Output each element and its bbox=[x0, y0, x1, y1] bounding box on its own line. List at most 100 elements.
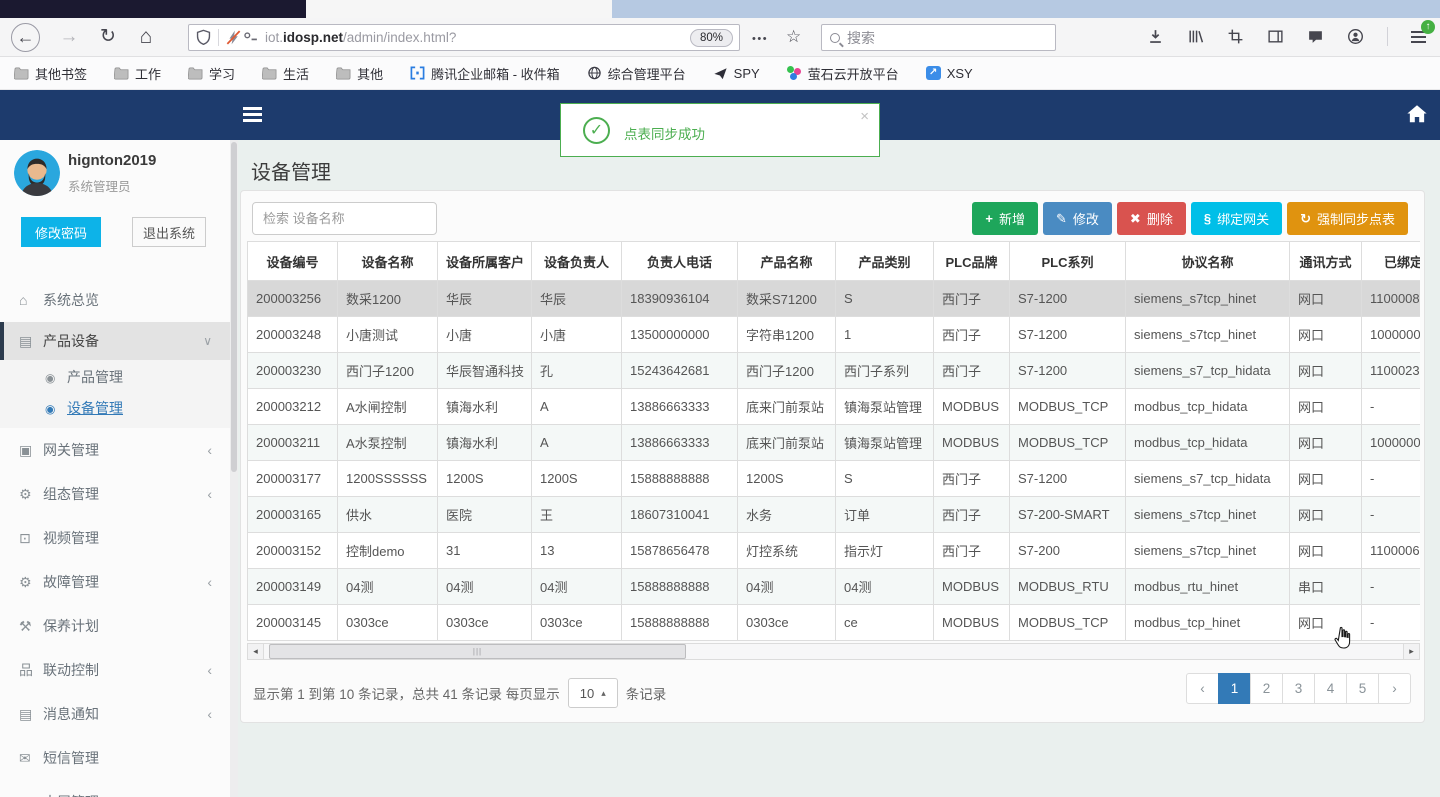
bookmark-star-icon[interactable]: ☆ bbox=[786, 27, 801, 47]
bookmark-folder-other-bookmarks[interactable]: 其他书签 bbox=[14, 64, 87, 83]
scroll-left-icon[interactable]: ◂ bbox=[248, 644, 264, 659]
scroll-right-icon[interactable]: ▸ bbox=[1403, 644, 1419, 659]
url-bar[interactable]: iot.idosp.net/admin/index.html? 80% bbox=[188, 24, 740, 51]
page-button-3[interactable]: 3 bbox=[1282, 673, 1315, 704]
page-button-5[interactable]: 5 bbox=[1346, 673, 1379, 704]
account-icon[interactable] bbox=[1347, 28, 1364, 45]
bookmark-xsy[interactable]: ↗ XSY bbox=[925, 66, 973, 81]
table-row[interactable]: 200003152 控制demo 31 13 15878656478 灯控系统 … bbox=[247, 532, 1420, 569]
cell-plc-brand: 西门子 bbox=[933, 496, 1010, 533]
cell-plc-brand: 西门子 bbox=[933, 280, 1010, 317]
column-header[interactable]: 产品名称 bbox=[737, 241, 836, 281]
browser-home-button[interactable]: ⌂ bbox=[133, 26, 159, 47]
sidebar-scrollbar-thumb[interactable] bbox=[231, 142, 237, 472]
chat-bubble-icon[interactable] bbox=[1307, 28, 1324, 45]
table-row[interactable]: 200003230 西门子1200 华辰智通科技 孔 15243642681 西… bbox=[247, 352, 1420, 389]
sidebar-item-product-mgmt[interactable]: ◉ 产品管理 bbox=[0, 362, 230, 393]
column-header[interactable]: 设备编号 bbox=[247, 241, 338, 281]
column-header[interactable]: 负责人电话 bbox=[621, 241, 738, 281]
column-header[interactable]: 产品类别 bbox=[835, 241, 934, 281]
column-header[interactable]: PLC品牌 bbox=[933, 241, 1010, 281]
screenshot-icon[interactable] bbox=[1227, 28, 1244, 45]
sidebar-item-linkage[interactable]: 品联动控制 ‹ bbox=[0, 648, 230, 692]
page-actions-icon[interactable]: ••• bbox=[752, 33, 768, 45]
horizontal-scrollbar[interactable]: ◂ ||| ▸ bbox=[247, 643, 1420, 660]
logout-button[interactable]: 退出系统 bbox=[132, 217, 206, 247]
sidebar-scrollbar[interactable] bbox=[230, 140, 238, 797]
column-header[interactable]: 设备名称 bbox=[337, 241, 438, 281]
change-password-button[interactable]: 修改密码 bbox=[21, 217, 101, 247]
bookmark-admin-platform[interactable]: 综合管理平台 bbox=[587, 64, 686, 83]
sidebar-item-overview[interactable]: ⌂ 系统总览 bbox=[0, 278, 230, 322]
prev-page-button[interactable]: ‹ bbox=[1186, 673, 1219, 704]
sidebar-item-fault[interactable]: ⚙ 故障管理 ‹ bbox=[0, 560, 230, 604]
page-button-1[interactable]: 1 bbox=[1218, 673, 1251, 704]
sidebar-toggle-icon[interactable] bbox=[1267, 28, 1284, 45]
page-title: 设备管理 bbox=[251, 162, 331, 184]
sidebar-item-device-mgmt[interactable]: ◉ 设备管理 bbox=[0, 393, 230, 424]
delete-button[interactable]: ✖ 删除 bbox=[1116, 202, 1186, 235]
table-row[interactable]: 200003256 数采1200 华辰 华辰 18390936104 数采S71… bbox=[247, 280, 1420, 317]
page-button-4[interactable]: 4 bbox=[1314, 673, 1347, 704]
sidebar-item-video[interactable]: ⊡ 视频管理 bbox=[0, 516, 230, 560]
sidebar-item-product-device[interactable]: ▤ 产品设备 ∨ bbox=[0, 322, 230, 360]
bookmark-spy[interactable]: SPY bbox=[713, 66, 760, 81]
edit-button[interactable]: ✎ 修改 bbox=[1042, 202, 1112, 235]
blocked-plugin-icon[interactable] bbox=[225, 29, 242, 46]
browser-tab-dark[interactable] bbox=[0, 0, 306, 18]
browser-tab-active[interactable] bbox=[306, 0, 612, 18]
column-header[interactable]: 设备所属客户 bbox=[437, 241, 532, 281]
cell-comm-mode: 网口 bbox=[1289, 496, 1362, 533]
browser-search-bar[interactable]: 搜索 bbox=[821, 24, 1056, 51]
scrollbar-thumb[interactable]: ||| bbox=[269, 644, 686, 659]
column-header[interactable]: 设备负责人 bbox=[531, 241, 622, 281]
add-button[interactable]: + 新增 bbox=[972, 202, 1038, 235]
cell-plc-brand: MODBUS bbox=[933, 424, 1010, 461]
device-search-input[interactable] bbox=[252, 202, 437, 235]
table-row[interactable]: 200003145 0303ce 0303ce 0303ce 158888888… bbox=[247, 604, 1420, 641]
table-row[interactable]: 200003149 04测 04测 04测 15888888888 04测 04… bbox=[247, 568, 1420, 605]
bind-gateway-button[interactable]: § 绑定网关 bbox=[1190, 202, 1283, 235]
table-row[interactable]: 200003211 A水泵控制 镇海水利 A 13886663333 底来门前泵… bbox=[247, 424, 1420, 461]
app-home-icon[interactable] bbox=[1406, 103, 1428, 125]
table-row[interactable]: 200003248 小唐测试 小唐 小唐 13500000000 字符串1200… bbox=[247, 316, 1420, 353]
sidebar-item-gateway[interactable]: ▣ 网关管理 ‹ bbox=[0, 428, 230, 472]
bookmark-ezviz[interactable]: 萤石云开放平台 bbox=[786, 64, 899, 83]
library-icon[interactable] bbox=[1187, 28, 1204, 45]
wrench-icon: ⚒ bbox=[19, 618, 32, 634]
home-icon: ⌂ bbox=[19, 292, 28, 308]
bookmark-folder-study[interactable]: 学习 bbox=[188, 64, 235, 83]
table-row[interactable]: 200003212 A水闸控制 镇海水利 A 13886663333 底来门前泵… bbox=[247, 388, 1420, 425]
column-header[interactable]: PLC系列 bbox=[1009, 241, 1126, 281]
sidebar-item-maintenance[interactable]: ⚒ 保养计划 bbox=[0, 604, 230, 648]
table-row[interactable]: 200003177 1200SSSSSS 1200S 1200S 1588888… bbox=[247, 460, 1420, 497]
bookmark-folder-life[interactable]: 生活 bbox=[262, 64, 309, 83]
toast-message: 点表同步成功 bbox=[624, 127, 705, 142]
column-header[interactable]: 已绑定网关 bbox=[1361, 241, 1420, 281]
forward-button[interactable]: → bbox=[56, 27, 82, 46]
sidebar-item-message[interactable]: ▤ 消息通知 ‹ bbox=[0, 692, 230, 736]
permissions-icon[interactable] bbox=[242, 29, 259, 46]
zoom-level-badge[interactable]: 80% bbox=[689, 28, 733, 47]
back-button[interactable]: ← bbox=[11, 23, 40, 52]
bookmark-folder-work[interactable]: 工作 bbox=[114, 64, 161, 83]
reload-button[interactable]: ↻ bbox=[95, 27, 121, 46]
page-button-2[interactable]: 2 bbox=[1250, 673, 1283, 704]
per-page-select[interactable]: 10 ▴ bbox=[567, 678, 618, 708]
shield-icon[interactable] bbox=[195, 29, 212, 46]
next-page-button[interactable]: › bbox=[1378, 673, 1411, 704]
close-icon[interactable]: × bbox=[860, 108, 869, 125]
table-row[interactable]: 200003165 供水 医院 王 18607310041 水务 订单 西门子 … bbox=[247, 496, 1420, 533]
force-sync-button[interactable]: ↻ 强制同步点表 bbox=[1287, 202, 1408, 235]
sidebar-item-bigscreen[interactable]: ▦大屏管理 bbox=[0, 780, 230, 797]
sidebar-item-sms[interactable]: ✉ 短信管理 bbox=[0, 736, 230, 780]
sidebar-collapse-icon[interactable] bbox=[243, 106, 262, 123]
browser-menu-icon[interactable]: ↑ bbox=[1411, 20, 1435, 45]
download-icon[interactable] bbox=[1147, 28, 1164, 45]
sidebar-item-scada[interactable]: ⚙ 组态管理 ‹ bbox=[0, 472, 230, 516]
search-icon bbox=[830, 32, 840, 43]
column-header[interactable]: 通讯方式 bbox=[1289, 241, 1362, 281]
bookmark-folder-misc[interactable]: 其他 bbox=[336, 64, 383, 83]
column-header[interactable]: 协议名称 bbox=[1125, 241, 1290, 281]
bookmark-exmail[interactable]: 腾讯企业邮箱 - 收件箱 bbox=[410, 64, 560, 83]
